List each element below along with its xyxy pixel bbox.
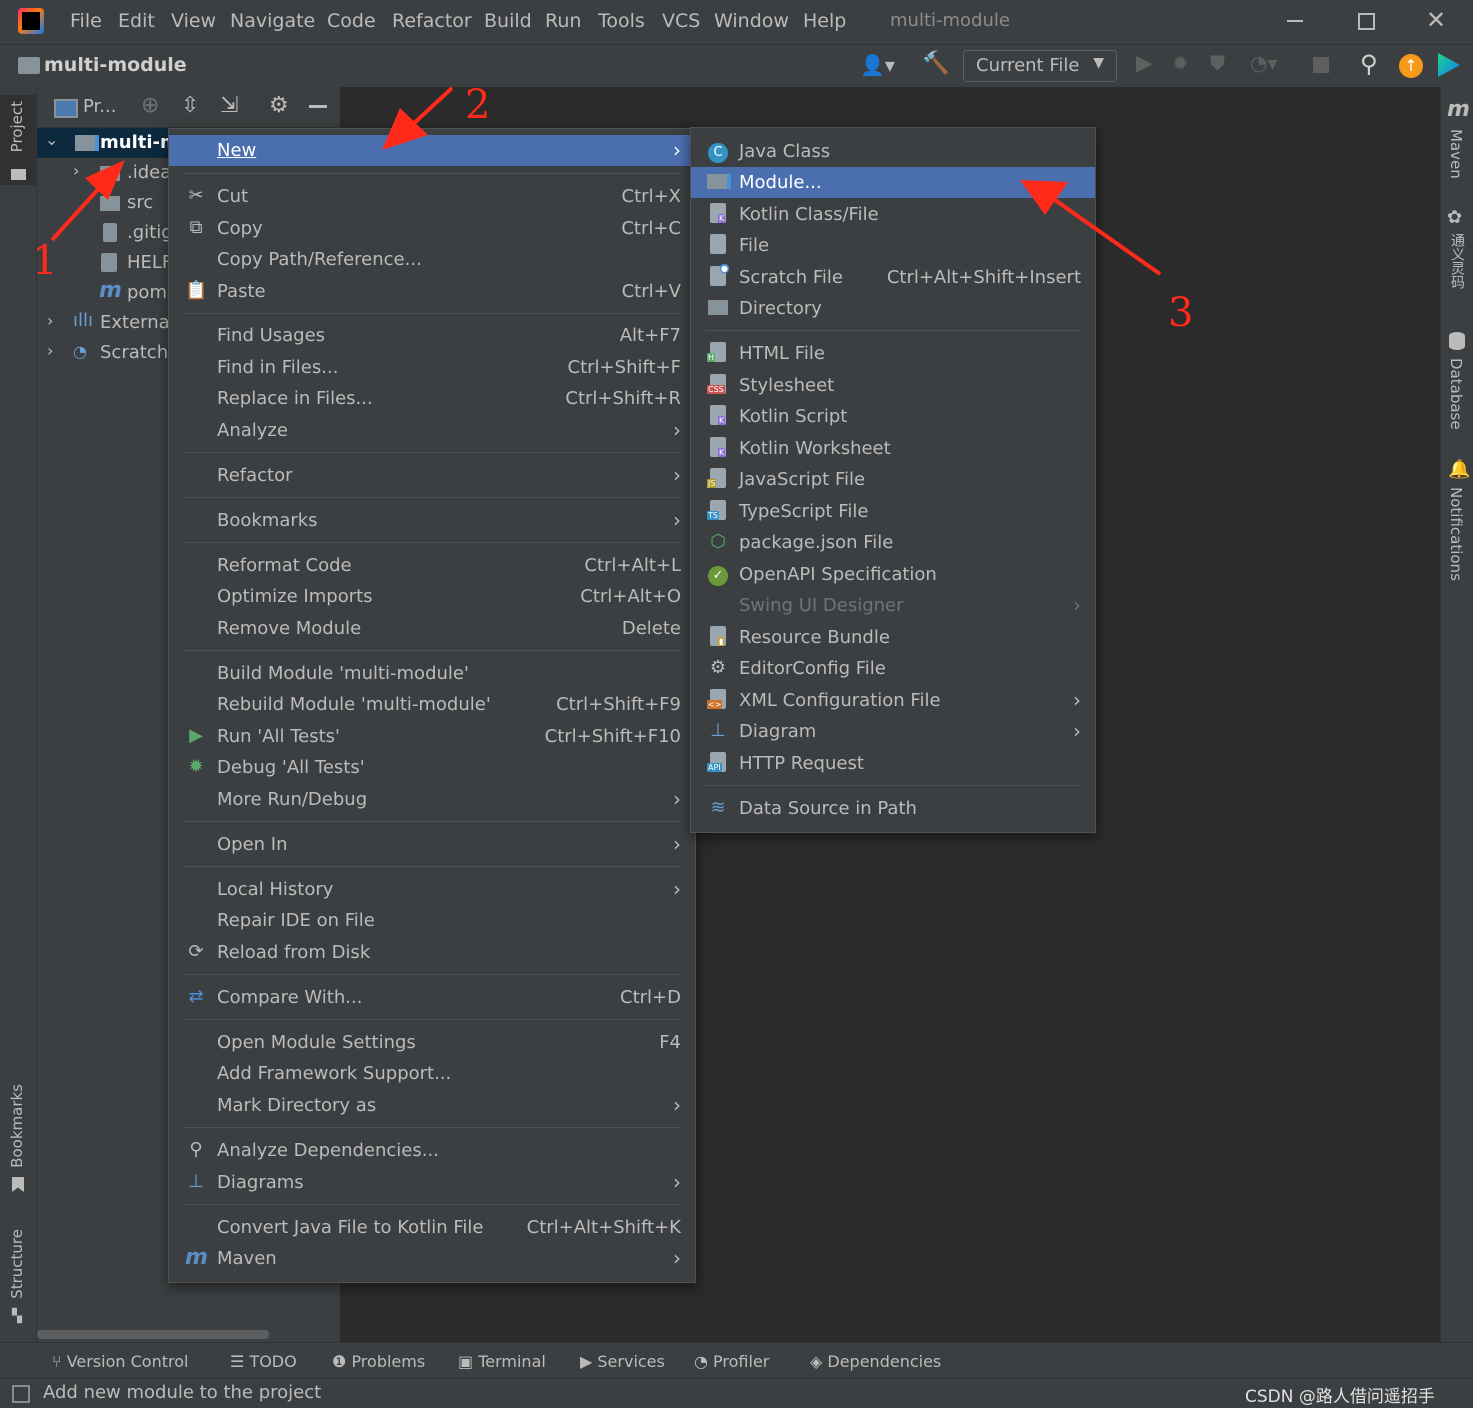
tab-label: TODO: [249, 1352, 297, 1371]
tab-label: Problems: [351, 1352, 426, 1371]
profiler-icon: ◔: [694, 1352, 714, 1371]
annotation-arrow-1: [50, 183, 104, 242]
annotation-arrow-3: [1053, 198, 1162, 276]
annotation-arrowhead-3: [1020, 180, 1068, 215]
terminal-tab[interactable]: ▣ Terminal: [458, 1352, 546, 1371]
annotation-label-2: 2: [465, 82, 491, 128]
status-square-icon[interactable]: [12, 1385, 30, 1403]
annotation-label-3: 3: [1168, 290, 1194, 336]
tab-label: Dependencies: [827, 1352, 942, 1371]
tab-label: Services: [597, 1352, 665, 1371]
annotation-arrowhead-1: [85, 160, 125, 200]
version-control-tab[interactable]: ⑂ Version Control: [52, 1352, 188, 1371]
annotation-arrows: [50, 86, 1162, 276]
tab-label: Profiler: [713, 1352, 770, 1371]
profiler-tab[interactable]: ◔ Profiler: [694, 1352, 769, 1371]
info-icon: ❶: [332, 1352, 352, 1371]
status-message: Add new module to the project: [43, 1382, 322, 1403]
bottom-tool-bar: ⑂ Version Control ☰ TODO ❶ Problems ▣ Te…: [0, 1342, 1473, 1379]
terminal-icon: ▣: [458, 1352, 479, 1371]
tab-label: Version Control: [66, 1352, 189, 1371]
layers-icon: ◈: [810, 1352, 828, 1371]
status-bar: Add new module to the project CSDN @路人借问…: [0, 1378, 1473, 1408]
watermark: CSDN @路人借问遥招手: [1245, 1387, 1435, 1407]
todo-tab[interactable]: ☰ TODO: [230, 1352, 297, 1371]
services-tab[interactable]: ▶ Services: [580, 1352, 665, 1371]
tab-label: Terminal: [478, 1352, 546, 1371]
annotation-label-1: 1: [32, 238, 58, 284]
services-icon: ▶: [580, 1352, 598, 1371]
annotation-arrow-2: [410, 86, 454, 127]
branch-icon: ⑂: [52, 1352, 67, 1371]
dependencies-tab[interactable]: ◈ Dependencies: [810, 1352, 941, 1371]
problems-tab[interactable]: ❶ Problems: [332, 1352, 425, 1371]
list-icon: ☰: [230, 1352, 250, 1371]
